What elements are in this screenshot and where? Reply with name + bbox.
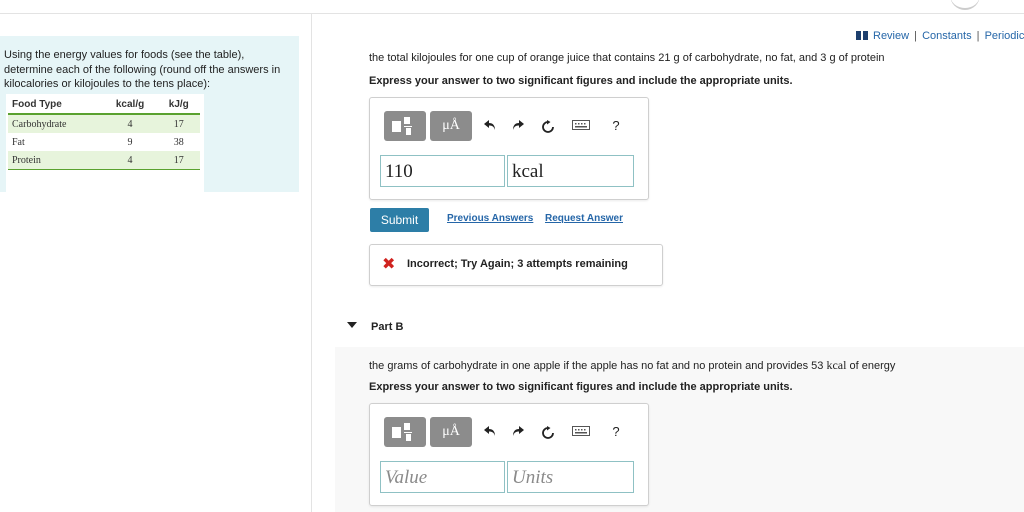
- table-cell: Carbohydrate: [8, 114, 103, 133]
- review-link[interactable]: Review: [873, 30, 909, 42]
- keyboard-icon[interactable]: [570, 421, 592, 443]
- table-header: kJ/g: [157, 96, 200, 115]
- part-b-header[interactable]: Part B: [335, 312, 1024, 347]
- help-icon[interactable]: ?: [606, 115, 626, 137]
- part-a-instruction: Express your answer to two significant f…: [369, 75, 793, 87]
- book-icon: [856, 31, 868, 40]
- intro-panel: Using the energy values for foods (see t…: [0, 36, 299, 212]
- error-x-icon: ✖: [382, 256, 396, 273]
- templates-button[interactable]: [384, 111, 426, 141]
- table-cell: 4: [102, 114, 158, 133]
- answer-value-input[interactable]: 110: [380, 155, 505, 187]
- table-cell: 38: [173, 136, 184, 148]
- table-row: Protein 4 17: [8, 151, 200, 170]
- periodic-link[interactable]: Periodic: [985, 30, 1024, 42]
- table-header: Food Type: [8, 96, 103, 115]
- units-input[interactable]: Units: [507, 461, 634, 493]
- constants-link[interactable]: Constants: [922, 30, 972, 42]
- table-header-row: Food Type kcal/g kJ/g: [8, 96, 200, 115]
- reset-icon[interactable]: [538, 115, 558, 137]
- undo-icon[interactable]: [480, 115, 500, 137]
- feedback-message: Incorrect; Try Again; 3 attempts remaini…: [407, 258, 628, 270]
- keyboard-icon[interactable]: [570, 115, 592, 137]
- part-a-answer-box: μÅ ? 110 kcal: [369, 97, 649, 200]
- redo-icon[interactable]: [508, 115, 528, 137]
- table-row: Carbohydrate 4 17: [8, 114, 200, 133]
- scroll-indicator: [950, 0, 980, 10]
- intro-text: Using the energy values for foods (see t…: [4, 49, 281, 90]
- table-cell: 9: [127, 136, 133, 148]
- previous-answers-link[interactable]: Previous Answers: [447, 213, 533, 224]
- redo-icon[interactable]: [508, 421, 528, 443]
- units-symbol-button[interactable]: μÅ: [430, 111, 472, 141]
- resource-links: Review | Constants | Periodic: [856, 30, 1024, 42]
- units-symbol-button[interactable]: μÅ: [430, 417, 472, 447]
- food-energy-table: Food Type kcal/g kJ/g Carbohydrate 4 17 …: [6, 94, 204, 212]
- request-answer-link[interactable]: Request Answer: [545, 213, 623, 224]
- part-b-instruction: Express your answer to two significant f…: [369, 381, 793, 393]
- part-b-answer-box: μÅ ? Value Units: [369, 403, 649, 506]
- feedback-box: ✖ Incorrect; Try Again; 3 attempts remai…: [369, 244, 663, 286]
- table-cell: 4: [102, 151, 158, 170]
- table-cell: Fat: [12, 136, 25, 148]
- help-icon[interactable]: ?: [606, 421, 626, 443]
- submit-button[interactable]: Submit: [370, 208, 429, 232]
- part-a-question: the total kilojoules for one cup of oran…: [369, 52, 885, 64]
- value-input[interactable]: Value: [380, 461, 505, 493]
- part-b-title: Part B: [371, 321, 404, 333]
- table-cell: Protein: [8, 151, 103, 170]
- answer-units-input[interactable]: kcal: [507, 155, 634, 187]
- table-row: Fat 9 38: [8, 133, 200, 151]
- table-cell: 17: [157, 114, 200, 133]
- math-toolbar: μÅ ?: [384, 111, 634, 141]
- collapse-triangle-icon[interactable]: [347, 322, 357, 328]
- column-divider: [311, 14, 312, 512]
- templates-button[interactable]: [384, 417, 426, 447]
- part-b-question: the grams of carbohydrate in one apple i…: [369, 358, 896, 372]
- top-divider: [0, 13, 1024, 14]
- link-separator: |: [976, 30, 980, 42]
- math-toolbar: μÅ ?: [384, 417, 634, 447]
- table-header: kcal/g: [102, 96, 158, 115]
- undo-icon[interactable]: [480, 421, 500, 443]
- table-cell: 17: [157, 151, 200, 170]
- reset-icon[interactable]: [538, 421, 558, 443]
- link-separator: |: [914, 30, 917, 42]
